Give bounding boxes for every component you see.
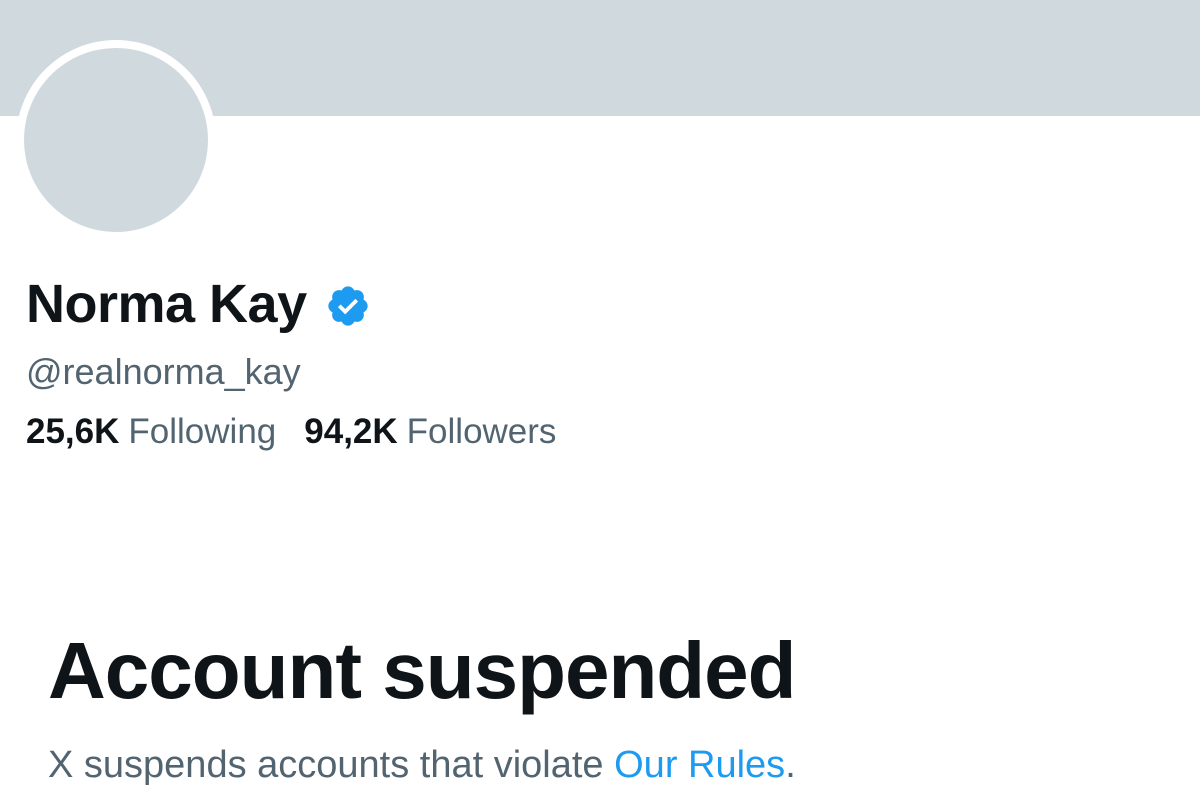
followers-label: Followers — [406, 412, 557, 451]
following-link[interactable]: 25,6K Following — [26, 410, 276, 454]
avatar-placeholder — [24, 48, 208, 232]
suspension-message-suffix: . — [785, 744, 796, 786]
followers-link[interactable]: 94,2K Followers — [304, 410, 556, 454]
suspension-title: Account suspended — [48, 626, 797, 715]
profile-handle: @realnorma_kay — [26, 351, 301, 392]
display-name: Norma Kay — [26, 274, 307, 334]
suspension-message: X suspends accounts that violate Our Rul… — [48, 740, 796, 790]
profile-name-row: Norma Kay — [26, 272, 371, 336]
verified-badge-icon[interactable] — [325, 283, 371, 329]
our-rules-link[interactable]: Our Rules — [614, 744, 785, 786]
avatar[interactable] — [16, 40, 216, 240]
following-count: 25,6K — [26, 412, 120, 451]
suspension-message-prefix: X suspends accounts that violate — [48, 744, 615, 786]
followers-count: 94,2K — [304, 412, 398, 451]
follow-stats: 25,6K Following 94,2K Followers — [26, 410, 556, 454]
following-label: Following — [128, 412, 277, 451]
